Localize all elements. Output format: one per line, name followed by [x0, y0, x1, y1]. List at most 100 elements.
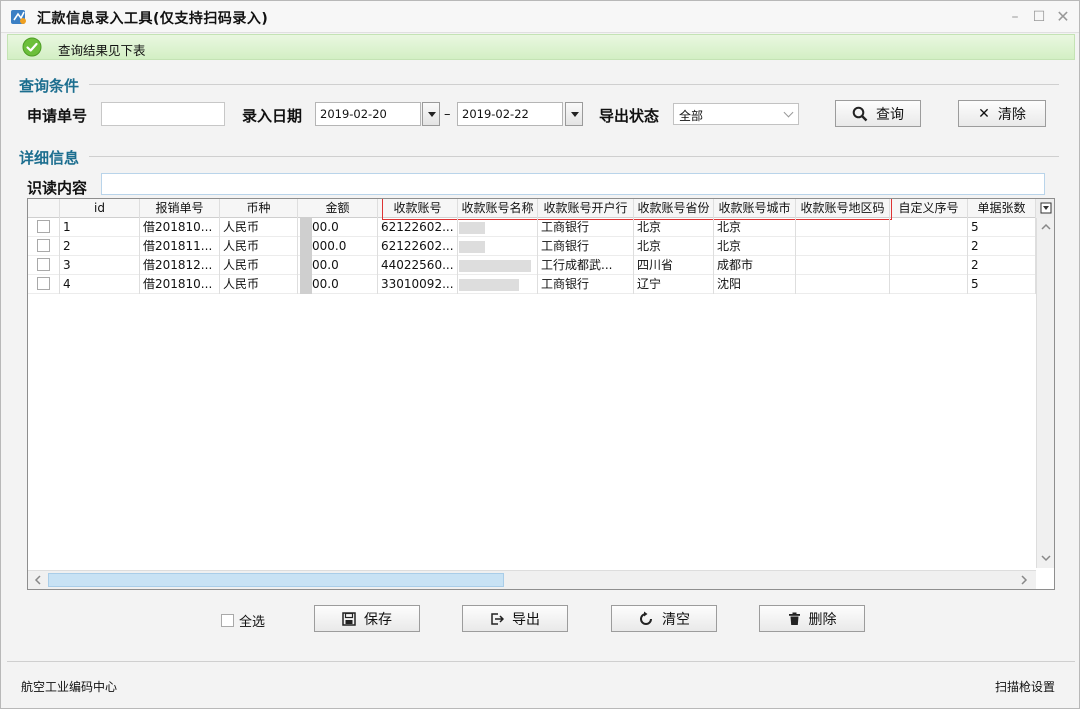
delete-button-label: 删除: [808, 611, 837, 628]
table-row[interactable]: 2 借201811... 人民币 000.0 62122602... 工商银行 …: [28, 237, 1036, 256]
scroll-up-icon[interactable]: [1040, 221, 1052, 233]
column-chooser-icon[interactable]: [1036, 199, 1054, 218]
check-circle-icon: [22, 37, 42, 57]
status-bar: 查询结果见下表: [7, 34, 1075, 60]
header-currency[interactable]: 币种: [220, 199, 298, 218]
cell-reimbursement-no: 借201812...: [140, 256, 220, 275]
select-all-label: 全选: [239, 615, 266, 630]
app-logo-icon: [11, 10, 26, 24]
horizontal-scroll-thumb[interactable]: [48, 573, 504, 587]
row-checkbox[interactable]: [37, 220, 50, 233]
cell-custom-seq: [890, 275, 968, 294]
cell-doc-count: 5: [968, 218, 1036, 237]
redacted-name: [459, 279, 519, 291]
cell-currency: 人民币: [220, 275, 298, 294]
cell-account-area-code: [796, 275, 890, 294]
minimize-button[interactable]: –: [1005, 7, 1025, 27]
cell-doc-count: 2: [968, 256, 1036, 275]
date-to-dropdown[interactable]: [565, 102, 583, 126]
export-icon: [491, 612, 504, 625]
table-row[interactable]: 3 借201812... 人民币 00.0 44022560... 工行成都武.…: [28, 256, 1036, 275]
read-content-label: 识读内容: [27, 179, 88, 197]
window-title: 汇款信息录入工具(仅支持扫码录入): [37, 11, 269, 27]
header-amount[interactable]: 金额: [298, 199, 378, 218]
header-reimbursement-no[interactable]: 报销单号: [140, 199, 220, 218]
empty-button-label: 清空: [662, 611, 690, 628]
trash-icon: [788, 612, 800, 625]
delete-button[interactable]: 删除: [759, 605, 865, 632]
entry-date-label: 录入日期: [242, 107, 303, 125]
save-icon: [342, 611, 356, 626]
row-checkbox[interactable]: [37, 277, 50, 290]
save-button[interactable]: 保存: [314, 605, 420, 632]
search-button-label: 查询: [876, 106, 904, 123]
cell-doc-count: 5: [968, 275, 1036, 294]
redacted-name: [459, 260, 531, 272]
cell-reimbursement-no: 借201810...: [140, 218, 220, 237]
vertical-scrollbar[interactable]: [1036, 218, 1054, 568]
table-row[interactable]: 4 借201810... 人民币 00.0 33010092... 工商银行 辽…: [28, 275, 1036, 294]
date-from-input[interactable]: 2019-02-20: [315, 102, 421, 126]
cell-id: 3: [60, 256, 140, 275]
application-no-label: 申请单号: [27, 107, 88, 125]
cell-account-province: 北京: [634, 218, 714, 237]
scroll-down-icon[interactable]: [1040, 552, 1052, 564]
export-status-select[interactable]: 全部: [673, 103, 799, 125]
empty-button[interactable]: 清空: [611, 605, 717, 632]
save-button-label: 保存: [364, 611, 392, 628]
horizontal-scrollbar[interactable]: [28, 570, 1036, 589]
row-checkbox[interactable]: [37, 258, 50, 271]
cell-reimbursement-no: 借201810...: [140, 275, 220, 294]
search-icon: [852, 106, 868, 121]
select-all-checkbox[interactable]: 全选: [221, 611, 265, 630]
cell-account-bank: 工商银行: [538, 218, 634, 237]
cell-account-bank: 工行成都武...: [538, 256, 634, 275]
table-row[interactable]: 1 借201810... 人民币 00.0 62122602... 工商银行 北…: [28, 218, 1036, 237]
cell-account-province: 北京: [634, 237, 714, 256]
detail-section-title: 详细信息: [19, 149, 80, 167]
read-content-input[interactable]: [101, 173, 1045, 195]
refresh-icon: [640, 611, 652, 625]
cell-account-no: 62122602...: [378, 237, 458, 256]
row-checkbox[interactable]: [37, 239, 50, 252]
clear-button-label: 清除: [997, 106, 1026, 123]
cell-account-no: 62122602...: [378, 218, 458, 237]
header-id[interactable]: id: [60, 199, 140, 218]
status-message: 查询结果见下表: [58, 43, 146, 58]
cell-account-city: 沈阳: [714, 275, 796, 294]
search-button[interactable]: 查询: [835, 100, 921, 127]
cell-id: 2: [60, 237, 140, 256]
close-icon: ✕: [978, 105, 990, 122]
detail-section-divider: [89, 156, 1059, 157]
title-bar: 汇款信息录入工具(仅支持扫码录入) – ☐ ✕: [1, 1, 1079, 33]
cell-account-bank: 工商银行: [538, 275, 634, 294]
cell-custom-seq: [890, 237, 968, 256]
cell-account-province: 四川省: [634, 256, 714, 275]
cell-currency: 人民币: [220, 237, 298, 256]
footer-divider: [7, 661, 1075, 662]
export-status-value: 全部: [679, 109, 704, 123]
export-button[interactable]: 导出: [462, 605, 568, 632]
cell-doc-count: 2: [968, 237, 1036, 256]
redacted-name: [459, 222, 485, 234]
export-status-label: 导出状态: [599, 107, 660, 125]
maximize-button[interactable]: ☐: [1029, 7, 1049, 27]
clear-button[interactable]: ✕ 清除: [958, 100, 1046, 127]
query-section-divider: [89, 84, 1059, 85]
application-no-input[interactable]: [101, 102, 225, 126]
cell-custom-seq: [890, 218, 968, 237]
scroll-left-icon[interactable]: [32, 574, 44, 586]
date-from-dropdown[interactable]: [422, 102, 440, 126]
date-to-input[interactable]: 2019-02-22: [457, 102, 563, 126]
header-doc-count[interactable]: 单据张数: [968, 199, 1036, 218]
header-custom-seq[interactable]: 自定义序号: [890, 199, 968, 218]
select-all-box[interactable]: [221, 614, 234, 627]
export-button-label: 导出: [512, 611, 540, 628]
close-button[interactable]: ✕: [1053, 7, 1073, 27]
cell-id: 1: [60, 218, 140, 237]
highlighted-column-group: [382, 199, 892, 220]
cell-account-city: 北京: [714, 237, 796, 256]
scanner-settings-link[interactable]: 扫描枪设置: [995, 678, 1055, 695]
scroll-right-icon[interactable]: [1018, 574, 1030, 586]
query-section-title: 查询条件: [19, 77, 80, 95]
